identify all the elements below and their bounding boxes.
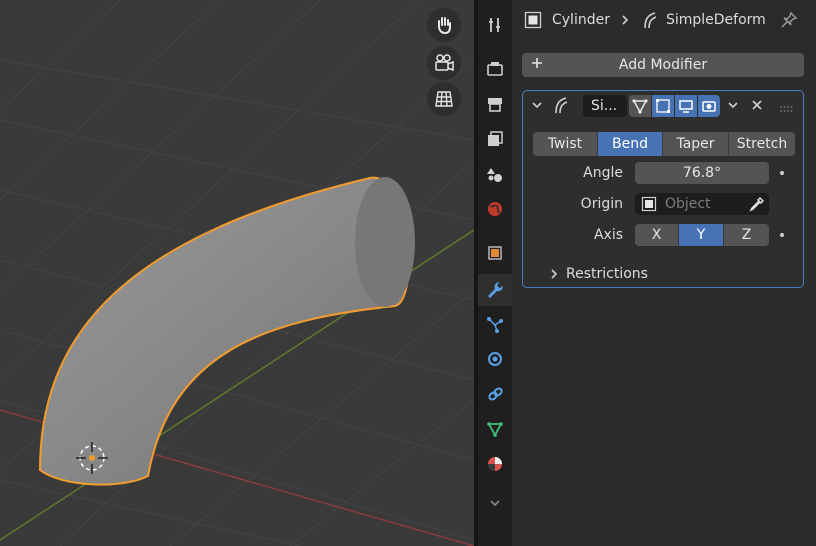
editmode-toggle-icon[interactable] (629, 95, 651, 117)
pin-icon[interactable] (780, 8, 798, 32)
grid-icon[interactable] (427, 82, 461, 116)
close-icon[interactable] (751, 99, 763, 115)
mode-tab-twist[interactable]: Twist (533, 132, 598, 156)
render-toggle-icon[interactable] (698, 95, 720, 117)
modifier-type-icon (551, 96, 569, 118)
world-icon[interactable] (482, 196, 508, 222)
scene-canvas[interactable] (0, 0, 474, 546)
editmode-cage-icon[interactable] (652, 95, 674, 117)
realtime-display-icon[interactable] (675, 95, 697, 117)
mode-tab-label: Stretch (736, 136, 788, 152)
axis-button-label: Y (696, 227, 706, 243)
physics-icon[interactable] (482, 346, 508, 372)
axis-button-label: Z (741, 227, 752, 243)
breadcrumb-object: Cylinder (552, 12, 610, 28)
restrictions-label: Restrictions (566, 266, 648, 282)
origin-label: Origin (580, 196, 623, 212)
keyframe-dot-icon[interactable] (780, 233, 784, 237)
object-field-icon (641, 196, 657, 212)
simpledeform-icon (640, 11, 658, 29)
mode-tab-label: Bend (612, 136, 648, 152)
mode-tab-stretch[interactable]: Stretch (729, 132, 795, 156)
scene-icon[interactable] (482, 161, 508, 187)
chevron-down-icon[interactable] (482, 490, 508, 516)
deform-mode-selector: Twist Bend Taper Stretch (533, 132, 795, 156)
axis-x-button[interactable]: X (635, 224, 679, 246)
modifier-name-field[interactable]: Si... (583, 95, 627, 117)
breadcrumb-modifier: SimpleDeform (665, 12, 766, 28)
properties-editor: Cylinder SimpleDeform Add Modifier Si... (512, 0, 816, 546)
view-layer-icon[interactable] (482, 126, 508, 152)
mode-tab-label: Twist (547, 136, 583, 152)
dropdown-chevron-icon[interactable] (727, 99, 739, 115)
bent-cylinder-mesh[interactable] (38, 176, 410, 486)
keyframe-dot-icon[interactable] (780, 171, 784, 175)
angle-label: Angle (583, 165, 623, 181)
3d-viewport[interactable] (0, 0, 474, 546)
axis-selector: X Y Z (635, 224, 769, 246)
axis-z-button[interactable]: Z (724, 224, 769, 246)
camera-icon[interactable] (427, 46, 461, 80)
collapse-chevron-icon[interactable] (531, 99, 543, 115)
modifier-panel: Si... Twist Bend Taper Stretch Angle 76.… (522, 90, 804, 288)
origin-placeholder: Object (665, 196, 711, 212)
plus-icon (530, 56, 544, 74)
restrictions-subpanel[interactable]: Restrictions (549, 263, 648, 285)
eyedropper-icon[interactable] (749, 196, 765, 216)
object-icon[interactable] (482, 240, 508, 266)
modifier-name-text: Si... (591, 98, 618, 114)
axis-button-label: X (651, 227, 662, 243)
chevron-right-icon (620, 14, 630, 26)
chevron-right-icon (549, 268, 559, 280)
origin-field[interactable]: Object (635, 193, 769, 215)
axis-y-button[interactable]: Y (679, 224, 724, 246)
wrench-icon[interactable] (478, 274, 512, 306)
properties-tab-bar (478, 0, 512, 546)
add-modifier-button[interactable]: Add Modifier (522, 53, 804, 77)
drag-handle-icon[interactable] (779, 101, 793, 117)
cylinder-cap (355, 177, 415, 307)
mode-tab-taper[interactable]: Taper (663, 132, 729, 156)
material-icon[interactable] (482, 451, 508, 477)
breadcrumb: Cylinder SimpleDeform (524, 8, 766, 32)
angle-field[interactable]: 76.8° (635, 162, 769, 184)
constraints-icon[interactable] (482, 381, 508, 407)
data-icon[interactable] (482, 416, 508, 442)
add-modifier-label: Add Modifier (618, 57, 708, 73)
render-icon[interactable] (482, 56, 508, 82)
tool-icon[interactable] (482, 12, 508, 38)
mode-tab-bend[interactable]: Bend (598, 132, 663, 156)
particles-icon[interactable] (482, 312, 508, 338)
output-icon[interactable] (482, 91, 508, 117)
mode-tab-label: Taper (676, 136, 715, 152)
angle-value: 76.8° (682, 165, 722, 181)
hand-icon[interactable] (427, 8, 461, 42)
axis-label: Axis (593, 227, 623, 243)
object-data-icon (524, 11, 542, 29)
